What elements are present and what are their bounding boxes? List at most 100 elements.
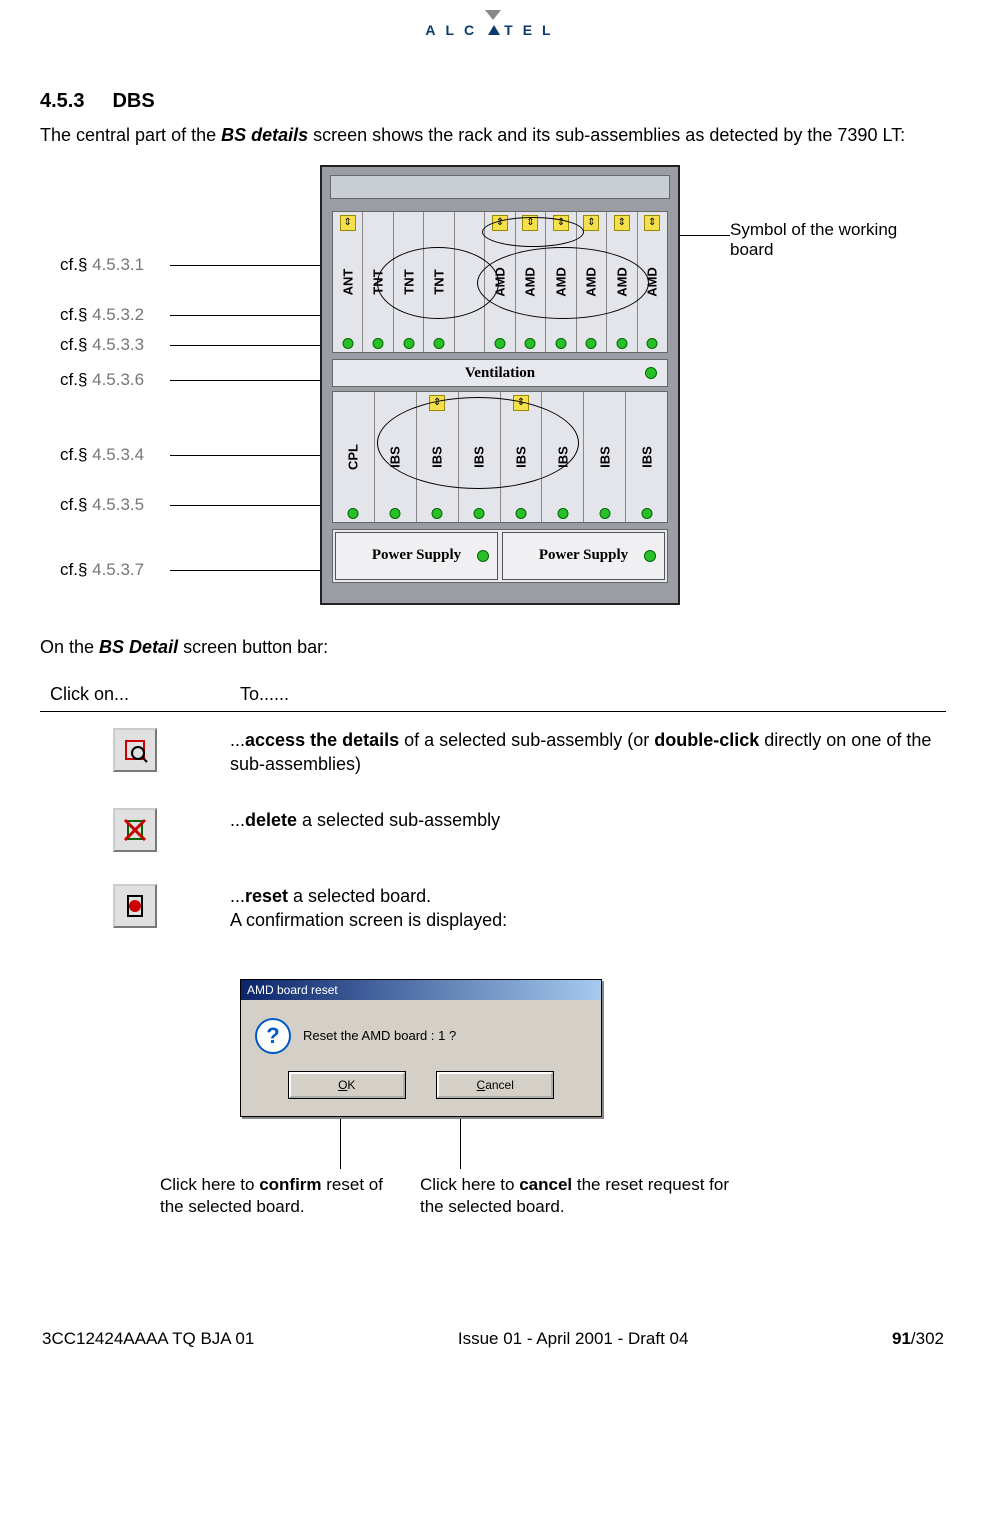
action-table: Click on... To...... ...access the detai… bbox=[40, 678, 946, 949]
power-supply-right: Power Supply bbox=[502, 532, 665, 580]
working-board-symbol-icon: ⇕ bbox=[340, 215, 356, 231]
section-heading: 4.5.3 DBS bbox=[40, 90, 946, 113]
table-row: ...access the details of a selected sub-… bbox=[40, 712, 946, 793]
row-desc-details: ...access the details of a selected sub-… bbox=[230, 728, 946, 777]
rack-diagram: ANT⇕TNTTNTTNTAMD⇕AMD⇕AMD⇕AMD⇕AMD⇕AMD⇕ Ve… bbox=[320, 165, 680, 605]
reset-icon[interactable] bbox=[113, 884, 157, 928]
slot-led-icon bbox=[641, 508, 652, 519]
rack-slot: CPL bbox=[333, 392, 374, 522]
slot-led-icon bbox=[474, 508, 485, 519]
rack-slot: IBS⇕ bbox=[500, 392, 542, 522]
table-header: Click on... To...... bbox=[40, 678, 946, 712]
rack-slot: TNT bbox=[393, 212, 423, 352]
working-board-symbol-icon: ⇕ bbox=[429, 395, 445, 411]
working-board-symbol-icon: ⇕ bbox=[583, 215, 599, 231]
intro-paragraph: The central part of the BS details scree… bbox=[40, 123, 946, 147]
ps-led-icon bbox=[477, 550, 489, 562]
slot-led-icon bbox=[390, 508, 401, 519]
slot-led-icon bbox=[342, 338, 353, 349]
callout-cancel: Click here to cancel the reset request f… bbox=[420, 1174, 740, 1218]
logo-triangle-icon bbox=[485, 10, 501, 20]
rack-slot: IBS bbox=[458, 392, 500, 522]
working-board-symbol-icon: ⇕ bbox=[492, 215, 508, 231]
page-footer: 3CC12424AAAA TQ BJA 01 Issue 01 - April … bbox=[40, 1259, 946, 1379]
dialog-title: AMD board reset bbox=[241, 980, 601, 1000]
callout-confirm: Click here to confirm reset of the selec… bbox=[160, 1174, 400, 1218]
table-row: ...reset a selected board. A confirmatio… bbox=[40, 868, 946, 949]
rack-ventilation: Ventilation bbox=[332, 359, 668, 387]
rack-slot: IBS bbox=[374, 392, 416, 522]
reset-dialog: AMD board reset ? Reset the AMD board : … bbox=[240, 979, 602, 1117]
page-number: 91/302 bbox=[892, 1329, 944, 1349]
working-board-symbol-icon: ⇕ bbox=[553, 215, 569, 231]
slot-led-icon bbox=[434, 338, 445, 349]
rack-slot: TNT bbox=[362, 212, 392, 352]
slot-led-icon bbox=[515, 508, 526, 519]
slot-led-icon bbox=[557, 508, 568, 519]
rack-shelf-bottom: CPLIBSIBS⇕IBSIBS⇕IBSIBSIBS bbox=[332, 391, 668, 523]
page-header: ALC TEL bbox=[40, 0, 946, 40]
vent-led-icon bbox=[645, 367, 657, 379]
callout-4533: cf.§ 4.5.3.3 bbox=[60, 335, 144, 355]
rack-slot: IBS bbox=[625, 392, 667, 522]
section-title: DBS bbox=[112, 90, 154, 112]
callout-4532: cf.§ 4.5.3.2 bbox=[60, 305, 144, 325]
rack-top-bar bbox=[330, 175, 670, 199]
rack-slot: IBS bbox=[541, 392, 583, 522]
details-icon[interactable] bbox=[113, 728, 157, 772]
slot-led-icon bbox=[403, 338, 414, 349]
rack-figure: cf.§ 4.5.3.1 cf.§ 4.5.3.2 cf.§ 4.5.3.3 c… bbox=[40, 165, 946, 625]
col-click-on: Click on... bbox=[40, 684, 240, 705]
slot-led-icon bbox=[599, 508, 610, 519]
issue-info: Issue 01 - April 2001 - Draft 04 bbox=[458, 1329, 689, 1349]
callout-4537: cf.§ 4.5.3.7 bbox=[60, 560, 144, 580]
delete-icon[interactable] bbox=[113, 808, 157, 852]
working-board-symbol-icon: ⇕ bbox=[644, 215, 660, 231]
rack-slot: IBS bbox=[583, 392, 625, 522]
callout-4531: cf.§ 4.5.3.1 bbox=[60, 255, 144, 275]
table-row: ...delete a selected sub-assembly bbox=[40, 792, 946, 868]
slot-led-icon bbox=[525, 338, 536, 349]
rack-slot: ANT⇕ bbox=[333, 212, 362, 352]
col-to: To...... bbox=[240, 684, 946, 705]
rack-shelf-top: ANT⇕TNTTNTTNTAMD⇕AMD⇕AMD⇕AMD⇕AMD⇕AMD⇕ bbox=[332, 211, 668, 353]
working-board-symbol-icon: ⇕ bbox=[522, 215, 538, 231]
slot-led-icon bbox=[373, 338, 384, 349]
rack-slot: TNT bbox=[423, 212, 453, 352]
callout-4535: cf.§ 4.5.3.5 bbox=[60, 495, 144, 515]
dialog-message: Reset the AMD board : 1 ? bbox=[303, 1028, 456, 1043]
rack-slot bbox=[454, 212, 484, 352]
logo-right: TEL bbox=[504, 22, 560, 38]
slot-led-icon bbox=[348, 508, 359, 519]
callout-working-board: Symbol of the working board bbox=[730, 220, 900, 260]
slot-led-icon bbox=[432, 508, 443, 519]
button-bar-intro: On the BS Detail screen button bar: bbox=[40, 635, 946, 659]
rack-slot: AMD⇕ bbox=[545, 212, 575, 352]
callout-4534: cf.§ 4.5.3.4 bbox=[60, 445, 144, 465]
working-board-symbol-icon: ⇕ bbox=[513, 395, 529, 411]
rack-power-row: Power Supply Power Supply bbox=[332, 529, 668, 583]
section-number: 4.5.3 bbox=[40, 90, 84, 112]
rack-slot: AMD⇕ bbox=[637, 212, 667, 352]
ps-led-icon bbox=[644, 550, 656, 562]
rack-slot: AMD⇕ bbox=[576, 212, 606, 352]
rack-slot: IBS⇕ bbox=[416, 392, 458, 522]
doc-ref: 3CC12424AAAA TQ BJA 01 bbox=[42, 1329, 254, 1349]
slot-led-icon bbox=[494, 338, 505, 349]
question-icon: ? bbox=[255, 1018, 291, 1054]
rack-slot: AMD⇕ bbox=[484, 212, 514, 352]
working-board-symbol-icon: ⇕ bbox=[614, 215, 630, 231]
slot-led-icon bbox=[586, 338, 597, 349]
row-desc-reset: ...reset a selected board. A confirmatio… bbox=[230, 884, 946, 933]
logo-left: ALC bbox=[425, 22, 484, 38]
slot-led-icon bbox=[616, 338, 627, 349]
power-supply-left: Power Supply bbox=[335, 532, 498, 580]
ok-button[interactable]: OK bbox=[289, 1072, 405, 1098]
brand-logo: ALC TEL bbox=[425, 22, 560, 38]
rack-slot: AMD⇕ bbox=[606, 212, 636, 352]
slot-led-icon bbox=[555, 338, 566, 349]
rack-slot: AMD⇕ bbox=[515, 212, 545, 352]
cancel-button[interactable]: Cancel bbox=[437, 1072, 553, 1098]
dialog-figure: AMD board reset ? Reset the AMD board : … bbox=[40, 979, 946, 1259]
logo-mid-triangle-icon bbox=[488, 25, 500, 35]
